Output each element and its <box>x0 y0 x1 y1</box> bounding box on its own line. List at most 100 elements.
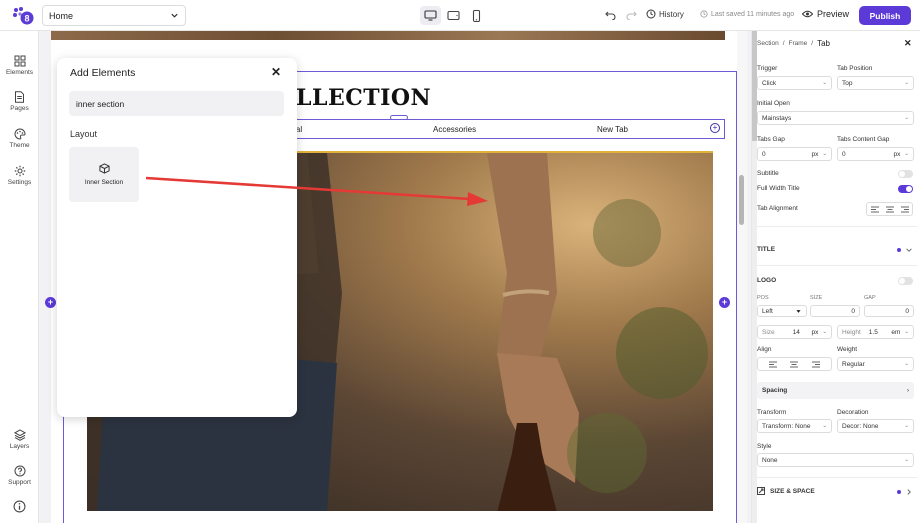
gear-icon <box>14 165 25 177</box>
chevron-down-icon: ⌄ <box>904 361 909 367</box>
chevron-down-icon: ⌄ <box>904 115 909 121</box>
decoration-value: Decor: None <box>842 422 879 430</box>
chevron-down-icon[interactable] <box>905 246 913 254</box>
close-icon[interactable]: ✕ <box>271 65 281 79</box>
add-right-icon[interactable]: + <box>719 297 730 308</box>
tablet-view-button[interactable] <box>443 6 464 25</box>
decoration-label: Decoration <box>837 409 869 416</box>
tab-position-select[interactable]: Top ⌄ <box>837 76 914 90</box>
subtitle-toggle[interactable] <box>898 170 913 178</box>
logo-size-input[interactable]: 0 <box>810 305 860 317</box>
top-bar: 8 Home History Last saved 11 minutes ago… <box>0 0 920 31</box>
collection-heading[interactable]: LLECTION <box>296 85 431 111</box>
tab-position-label: Tab Position <box>837 65 873 72</box>
divider <box>757 265 917 266</box>
transform-select[interactable]: Transform: None ⌄ <box>757 419 832 433</box>
tab-new[interactable]: New Tab <box>597 125 628 134</box>
mobile-view-button[interactable] <box>466 6 487 25</box>
text-align-group <box>757 357 832 371</box>
sidebar-item-layers[interactable]: Layers <box>0 429 39 450</box>
tablet-icon <box>447 10 460 21</box>
tabs-gap-unit[interactable]: px <box>812 151 819 158</box>
last-saved-text: Last saved 11 minutes ago <box>711 10 795 18</box>
preview-button[interactable]: Preview <box>802 9 849 19</box>
tab-alignment-group <box>866 202 913 216</box>
breadcrumb-frame[interactable]: Frame <box>789 40 808 47</box>
pos-label: POS <box>757 295 769 301</box>
header-image-strip <box>51 31 725 40</box>
spacing-label: Spacing <box>762 387 788 394</box>
align-center-icon[interactable] <box>885 206 894 213</box>
element-search-input[interactable] <box>69 91 284 116</box>
chevron-down-icon <box>796 309 801 313</box>
close-panel-icon[interactable]: ✕ <box>904 38 912 49</box>
initial-open-label: Initial Open <box>757 100 790 107</box>
font-size-input[interactable]: Size 14 px ⌄ <box>757 325 832 339</box>
spacing-section[interactable]: Spacing › <box>757 382 914 399</box>
eye-icon <box>802 10 813 18</box>
logo-pos-select[interactable]: Left <box>757 305 807 317</box>
weight-select[interactable]: Regular ⌄ <box>837 357 914 371</box>
tab-accessories[interactable]: Accessories <box>433 125 476 134</box>
align-right-icon[interactable] <box>812 361 821 368</box>
line-height-unit[interactable]: em <box>891 329 900 336</box>
redo-icon[interactable] <box>626 9 637 20</box>
breadcrumb-section[interactable]: Section <box>757 40 779 47</box>
sidebar-item-settings[interactable]: Settings <box>0 165 39 186</box>
sidebar-item-support[interactable]: Support <box>0 465 39 486</box>
tab-position-value: Top <box>842 79 853 87</box>
full-width-title-label: Full Width Title <box>757 185 800 192</box>
logo-label: LOGO <box>757 277 777 284</box>
title-section-header[interactable]: TITLE <box>757 246 775 253</box>
weight-label: Weight <box>837 346 858 353</box>
align-left-icon[interactable] <box>870 206 879 213</box>
tabs-content-gap-label: Tabs Content Gap <box>837 136 890 143</box>
breadcrumb-tab: Tab <box>817 39 830 48</box>
style-select[interactable]: None ⌄ <box>757 453 914 467</box>
sidebar-item-label: Settings <box>7 179 32 186</box>
undo-icon[interactable] <box>605 9 616 20</box>
initial-open-select[interactable]: Mainstays ⌄ <box>757 111 914 125</box>
tabs-gap-input[interactable]: 0 px ⌄ <box>757 147 832 161</box>
chevron-down-icon: ⌄ <box>904 151 909 157</box>
add-tab-icon[interactable]: + <box>710 123 720 133</box>
app-logo-icon[interactable]: 8 <box>12 6 34 26</box>
help-icon <box>14 465 25 477</box>
align-right-icon[interactable] <box>900 206 909 213</box>
logo-gap-input[interactable]: 0 <box>864 305 914 317</box>
line-height-input[interactable]: Height 1.5 em ⌄ <box>837 325 914 339</box>
canvas-scrollbar-thumb[interactable] <box>739 175 744 225</box>
sidebar-item-label: Theme <box>9 142 30 149</box>
sidebar-item-pages[interactable]: Pages <box>0 91 39 112</box>
layers-icon <box>13 429 26 441</box>
desktop-icon <box>424 10 437 21</box>
info-icon <box>13 500 26 513</box>
last-saved-status: Last saved 11 minutes ago <box>700 10 794 18</box>
align-left-icon[interactable] <box>768 361 777 368</box>
logo-pos-value: Left <box>762 307 773 315</box>
sidebar-item-elements[interactable]: Elements <box>0 55 39 76</box>
canvas-scrollbar[interactable] <box>737 31 747 523</box>
size-space-section-header[interactable]: SIZE & SPACE <box>770 488 815 495</box>
full-width-title-toggle[interactable] <box>898 185 913 193</box>
tabs-content-gap-input[interactable]: 0 px ⌄ <box>837 147 914 161</box>
publish-button[interactable]: Publish <box>859 6 911 25</box>
sidebar-item-theme[interactable]: Theme <box>0 128 39 149</box>
resize-icon <box>757 487 765 495</box>
desktop-view-button[interactable] <box>420 6 441 25</box>
decoration-select[interactable]: Decor: None ⌄ <box>837 419 914 433</box>
font-size-unit[interactable]: px <box>812 329 819 336</box>
sidebar-item-info[interactable] <box>0 500 39 513</box>
inner-section-element[interactable]: Inner Section <box>69 147 139 202</box>
logo-toggle[interactable] <box>898 277 913 285</box>
tabs-content-gap-value: 0 <box>842 150 846 158</box>
grid-icon <box>14 55 25 67</box>
trigger-select[interactable]: Click ⌄ <box>757 76 832 90</box>
transform-value: Transform: None <box>762 422 811 430</box>
chevron-right-icon[interactable] <box>905 488 913 496</box>
add-left-icon[interactable]: + <box>45 297 56 308</box>
page-selector[interactable]: Home <box>42 5 186 26</box>
align-center-icon[interactable] <box>790 361 799 368</box>
history-button[interactable]: History <box>646 9 684 19</box>
tabs-content-gap-unit[interactable]: px <box>894 151 901 158</box>
